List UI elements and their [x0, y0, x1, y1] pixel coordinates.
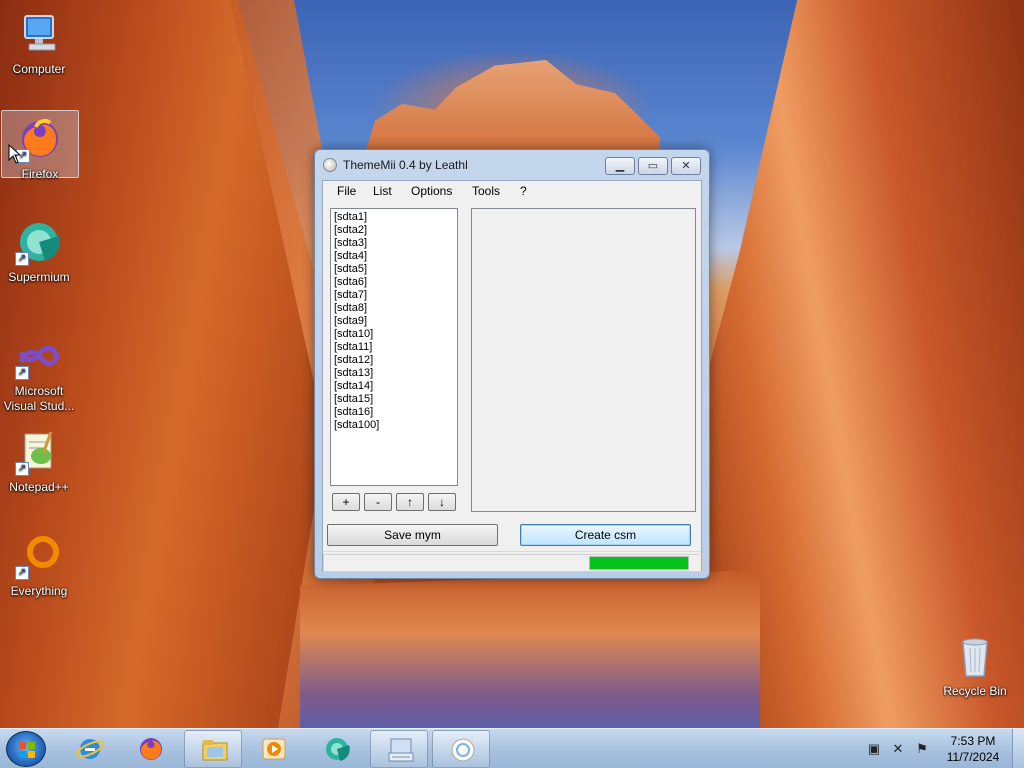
list-item[interactable]: [sdta15] [334, 393, 454, 406]
network-icon[interactable]: ▣ [866, 741, 882, 757]
taskbar-supermium[interactable] [307, 730, 365, 768]
list-item[interactable]: [sdta6] [334, 276, 454, 289]
list-item[interactable]: [sdta9] [334, 315, 454, 328]
remove-item-button[interactable]: - [364, 493, 392, 511]
menu-options[interactable]: Options [411, 184, 452, 198]
shortcut-arrow-icon: ↗ [15, 566, 29, 580]
list-item[interactable]: [sdta7] [334, 289, 454, 302]
notepadpp-icon: ↗ [15, 428, 63, 476]
desktop-icon-recycle-bin[interactable]: Recycle Bin [936, 628, 1014, 700]
clock[interactable]: 7:53 PM 11/7/2024 [938, 733, 1008, 765]
clock-date: 11/7/2024 [946, 750, 1000, 764]
desktop-icon-label: Notepad++ [9, 480, 69, 494]
list-item[interactable]: [sdta10] [334, 328, 454, 341]
system-tray: ▣ ✕ ⚑ 7:53 PM 11/7/2024 [862, 729, 1024, 768]
desktop-icon-label: Everything [10, 584, 68, 598]
list-item[interactable]: [sdta1] [334, 211, 454, 224]
media-player-icon [262, 738, 286, 760]
supermium-icon [326, 738, 350, 761]
everything-icon: ↗ [15, 532, 63, 580]
minimize-icon: ▁ [615, 160, 625, 172]
windows-logo-icon [19, 742, 35, 758]
thememii-app-icon[interactable] [323, 158, 337, 172]
content-panel[interactable] [471, 208, 696, 512]
close-icon: ✕ [681, 160, 691, 172]
taskbar-file-explorer[interactable] [184, 730, 242, 768]
menu-help[interactable]: ? [520, 184, 527, 198]
maximize-button[interactable]: ▭ [638, 157, 668, 175]
visual-studio-icon: ↗ [15, 332, 63, 380]
window-titlebar[interactable]: ThemeMii 0.4 by Leathl ▁ ▭ ✕ [315, 150, 709, 180]
progress-fill [590, 557, 688, 569]
list-item[interactable]: [sdta4] [334, 250, 454, 263]
taskbar-firefox[interactable] [121, 730, 179, 768]
wallpaper-ground [300, 570, 760, 728]
thememii-icon [451, 738, 475, 762]
menu-bar: File List Options Tools ? [323, 181, 701, 201]
progress-bar [589, 556, 689, 570]
shortcut-arrow-icon: ↗ [15, 366, 29, 380]
desktop-icon-everything[interactable]: ↗ Everything [0, 528, 78, 598]
move-down-button[interactable]: ↓ [428, 493, 456, 511]
move-up-button[interactable]: ↑ [396, 493, 424, 511]
menu-tools[interactable]: Tools [472, 184, 500, 198]
taskbar-internet-explorer[interactable] [60, 730, 118, 768]
supermium-icon: ↗ [15, 218, 63, 266]
desktop-icon-computer[interactable]: Computer [0, 6, 78, 76]
maximize-icon: ▭ [647, 160, 659, 172]
desktop-icon-notepadpp[interactable]: ↗ Notepad++ [0, 424, 78, 494]
list-item[interactable]: [sdta11] [334, 341, 454, 354]
firefox-icon: ↗ [16, 115, 64, 163]
thememii-window[interactable]: ThemeMii 0.4 by Leathl ▁ ▭ ✕ File List O… [314, 149, 710, 579]
list-item[interactable]: [sdta12] [334, 354, 454, 367]
minimize-button[interactable]: ▁ [605, 157, 635, 175]
show-desktop-button[interactable] [1012, 729, 1024, 768]
desktop-icon-label: Computer [12, 62, 66, 76]
add-item-button[interactable]: + [332, 493, 360, 511]
menu-file[interactable]: File [337, 184, 356, 198]
desktop-icon-label: Recycle Bin [943, 684, 1007, 698]
create-csm-button[interactable]: Create csm [520, 524, 691, 546]
recycle-bin-icon [951, 632, 999, 680]
mouse-cursor-icon [8, 144, 22, 164]
volume-muted-icon[interactable]: ✕ [890, 741, 906, 757]
window-title: ThemeMii 0.4 by Leathl [343, 158, 468, 172]
desktop-icon-visual-studio[interactable]: ↗ Microsoft Visual Stud... [0, 328, 78, 413]
status-bar [323, 551, 703, 573]
section-list[interactable]: [sdta1] [sdta2] [sdta3] [sdta4] [sdta5] … [330, 208, 458, 486]
desktop-icon-supermium[interactable]: ↗ Supermium [0, 214, 78, 284]
list-item[interactable]: [sdta5] [334, 263, 454, 276]
list-item[interactable]: [sdta8] [334, 302, 454, 315]
keyboard-icon [388, 738, 414, 762]
taskbar-media-player[interactable] [244, 730, 302, 768]
internet-explorer-icon [76, 739, 104, 759]
window-client-area: File List Options Tools ? [sdta1] [sdta2… [322, 180, 703, 573]
list-item[interactable]: [sdta14] [334, 380, 454, 393]
computer-icon [15, 10, 63, 58]
list-item[interactable]: [sdta2] [334, 224, 454, 237]
desktop: Computer ↗ Firefox ↗ Supermium ↗ Microso… [0, 0, 1024, 728]
desktop-icon-label: Firefox [21, 167, 59, 181]
desktop-icon-label: Supermium [8, 270, 70, 284]
taskbar-osk[interactable] [370, 730, 428, 768]
close-button[interactable]: ✕ [671, 157, 701, 175]
taskbar: ▣ ✕ ⚑ 7:53 PM 11/7/2024 [0, 728, 1024, 768]
clock-time: 7:53 PM [950, 734, 996, 748]
action-center-flag-icon[interactable]: ⚑ [914, 741, 930, 757]
desktop-icon-label: Microsoft Visual Stud... [3, 384, 75, 413]
taskbar-thememii[interactable] [432, 730, 490, 768]
file-explorer-icon [202, 740, 228, 761]
list-item[interactable]: [sdta13] [334, 367, 454, 380]
list-item[interactable]: [sdta3] [334, 237, 454, 250]
save-mym-button[interactable]: Save mym [327, 524, 498, 546]
start-button[interactable] [6, 731, 46, 767]
list-item[interactable]: [sdta100] [334, 419, 454, 432]
shortcut-arrow-icon: ↗ [15, 462, 29, 476]
list-item[interactable]: [sdta16] [334, 406, 454, 419]
shortcut-arrow-icon: ↗ [15, 252, 29, 266]
firefox-icon [140, 738, 162, 760]
menu-list[interactable]: List [373, 184, 392, 198]
